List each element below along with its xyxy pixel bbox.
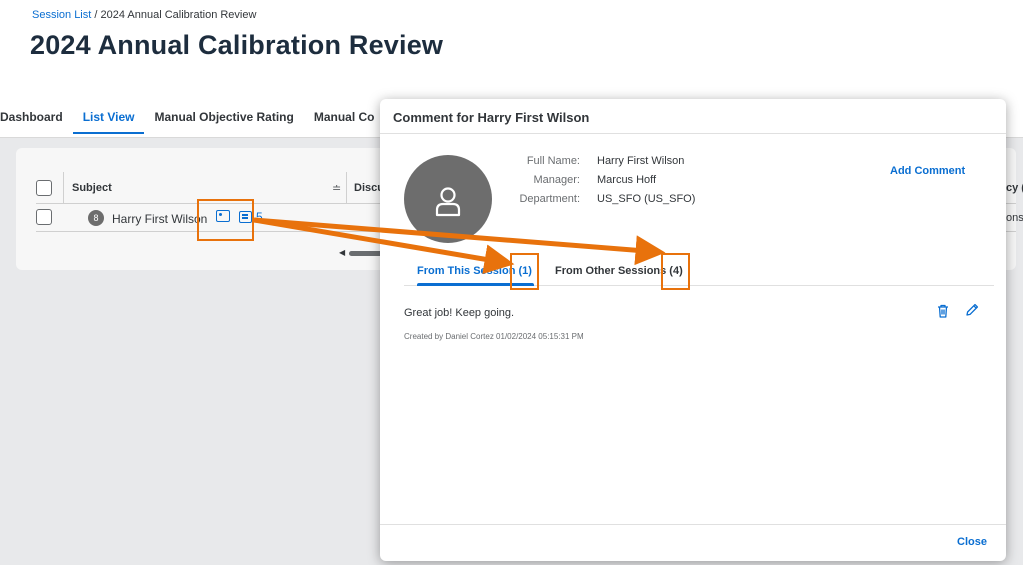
annotation-arrow-this-session [253,217,515,275]
annotation-arrows [253,217,666,275]
annotation-arrow-other-sessions [253,217,666,266]
